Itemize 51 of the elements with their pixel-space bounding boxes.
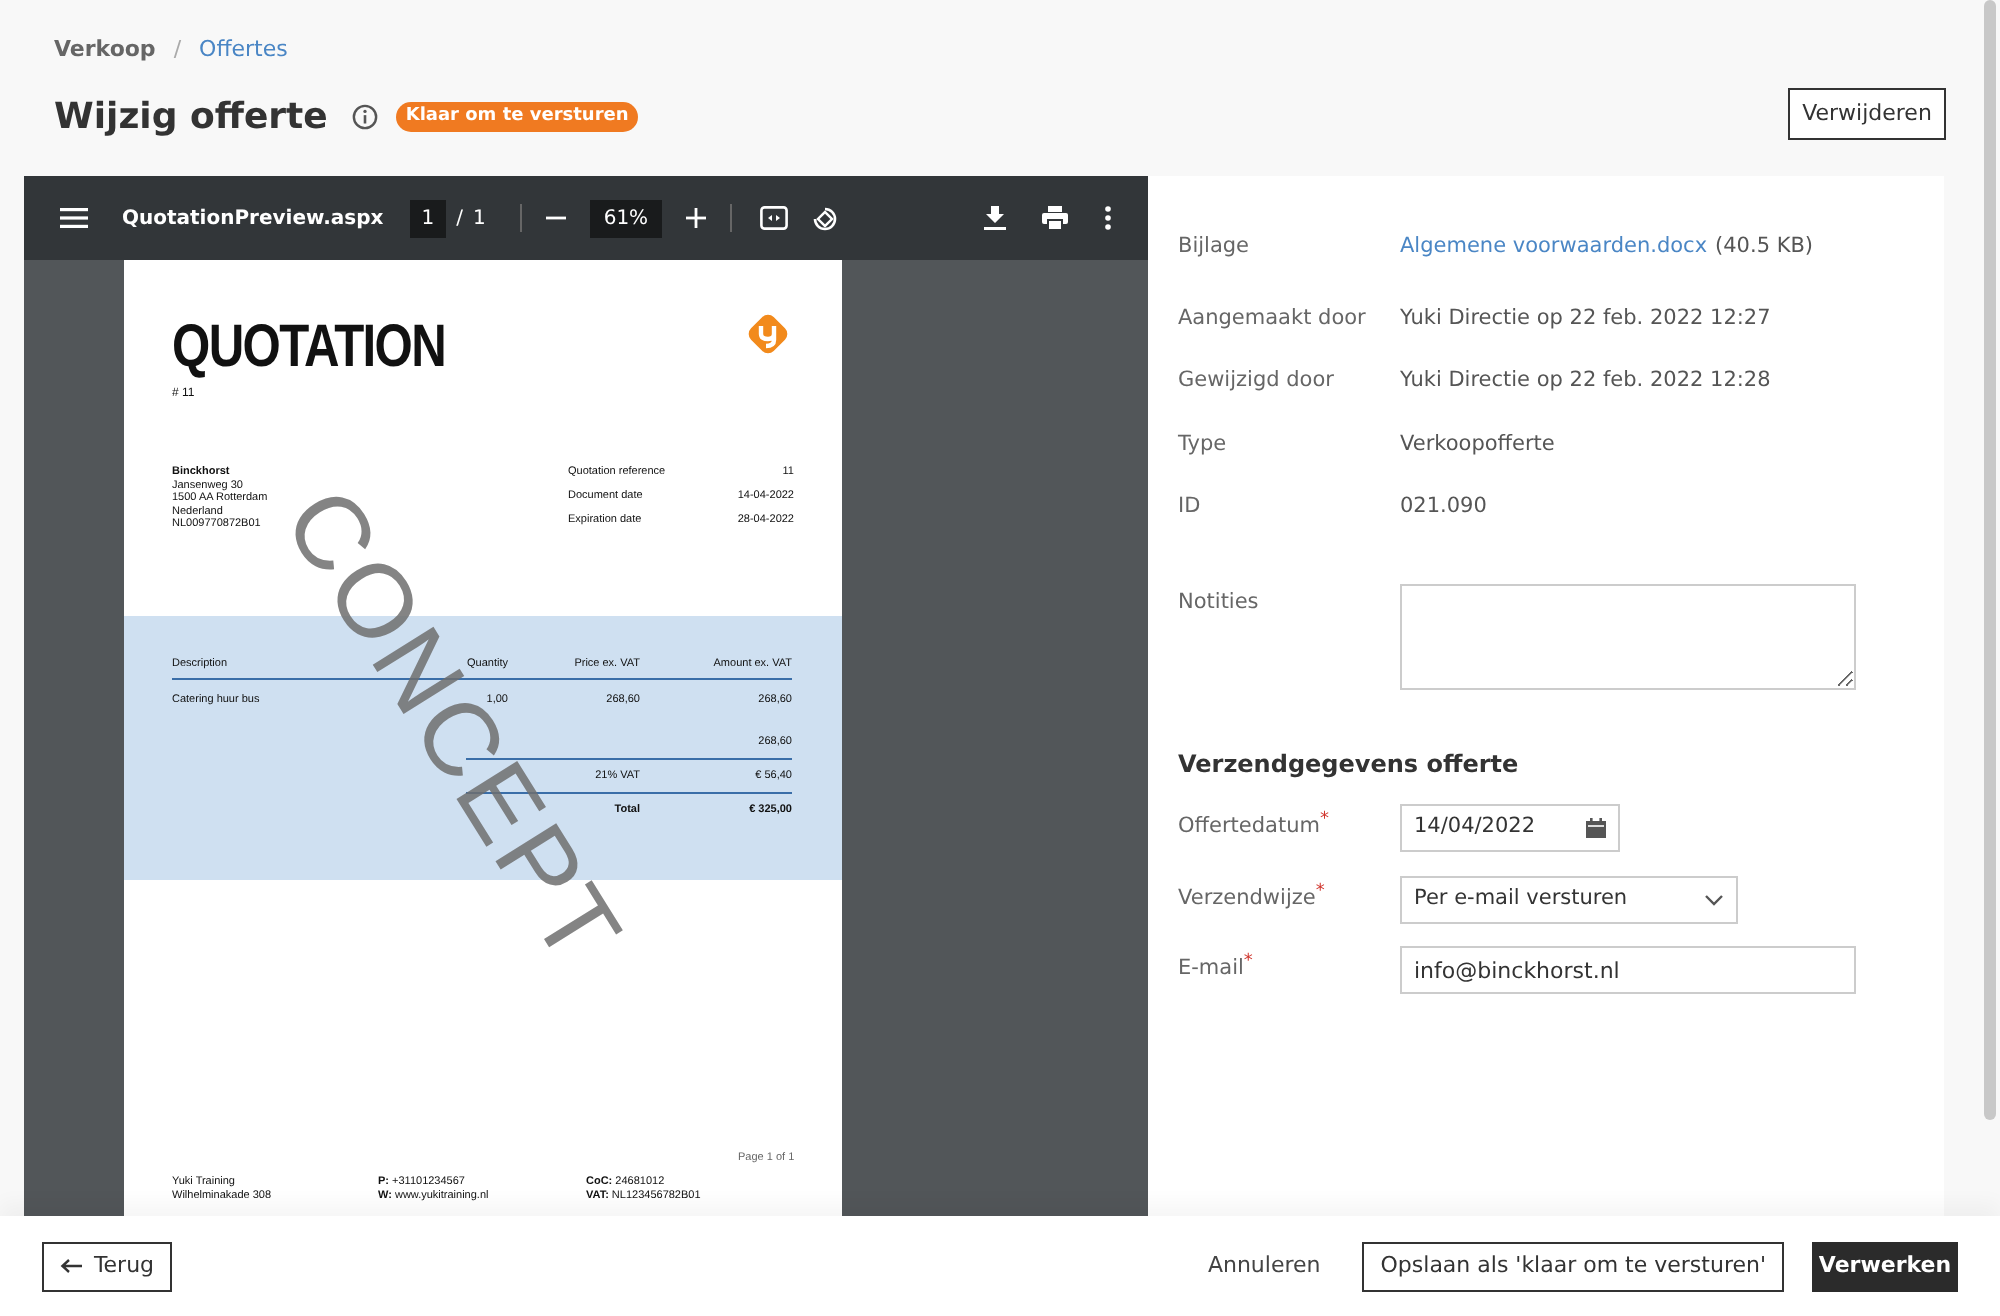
back-button[interactable]: Terug: [42, 1241, 172, 1291]
field-label: Verzendwijze: [1178, 884, 1316, 915]
breadcrumb-separator: /: [173, 34, 182, 66]
detail-label: Type: [1178, 430, 1229, 460]
page-separator: /: [456, 205, 463, 233]
fit-page-icon[interactable]: [760, 206, 789, 230]
page-number-field[interactable]: 1: [409, 199, 447, 237]
detail-value: 021.090: [1400, 492, 1487, 522]
detail-value: Yuki Directie op 22 feb. 2022 12:27: [1400, 304, 1771, 334]
arrow-left-icon: [59, 1258, 82, 1274]
file-name: QuotationPreview.aspx: [122, 205, 384, 233]
more-icon[interactable]: [1104, 206, 1112, 230]
process-button[interactable]: Verwerken: [1812, 1241, 1958, 1291]
breadcrumb-item[interactable]: Verkoop: [54, 34, 156, 67]
info-icon[interactable]: [351, 104, 378, 130]
detail-label: Aangemaakt door: [1178, 304, 1368, 334]
breadcrumb-link[interactable]: Offertes: [199, 34, 288, 67]
notes-label: Notities: [1178, 588, 1259, 618]
required-mark: *: [1243, 954, 1253, 973]
field-label: E-mail: [1178, 954, 1244, 985]
delete-button[interactable]: Verwijderen: [1788, 88, 1946, 140]
rotate-icon[interactable]: [812, 205, 839, 231]
required-mark: *: [1319, 812, 1329, 831]
date-field[interactable]: 14/04/2022: [1400, 804, 1620, 852]
file-size: (40.5 KB): [1715, 232, 1814, 262]
section-heading: Verzendgegevens offerte: [1178, 748, 1519, 782]
detail-value: Yuki Directie op 22 feb. 2022 12:28: [1400, 366, 1771, 396]
notes-field[interactable]: [1400, 584, 1856, 690]
attachment-link[interactable]: Algemene voorwaarden.docx: [1400, 232, 1708, 264]
cancel-button[interactable]: Annuleren: [1207, 1249, 1321, 1283]
save-ready-button[interactable]: Opslaan als 'klaar om te versturen': [1362, 1241, 1784, 1291]
detail-label: Gewijzigd door: [1178, 366, 1336, 396]
download-icon[interactable]: [984, 206, 1006, 230]
email-field[interactable]: info@binckhorst.nl: [1400, 946, 1856, 994]
print-icon[interactable]: [1042, 206, 1068, 230]
detail-label: Bijlage: [1178, 232, 1252, 262]
document-title: QUOTATION: [172, 316, 446, 380]
status-badge: Klaar om te versturen: [395, 101, 639, 133]
menu-icon[interactable]: [60, 206, 88, 230]
shipping-method-dropdown[interactable]: Per e-mail versturen: [1400, 876, 1738, 924]
calendar-icon[interactable]: [1586, 818, 1606, 838]
chevron-down-icon: [1704, 894, 1724, 906]
field-label: Offertedatum: [1178, 812, 1320, 843]
scrollbar[interactable]: [1984, 0, 1996, 1120]
page-title: Wijzig offerte: [54, 94, 328, 142]
page-total: 1: [472, 205, 486, 233]
zoom-in-icon[interactable]: [686, 208, 707, 228]
required-mark: *: [1315, 884, 1325, 903]
zoom-field[interactable]: 61%: [589, 199, 663, 237]
detail-value: Verkoopofferte: [1400, 430, 1555, 460]
detail-label: ID: [1178, 492, 1203, 522]
